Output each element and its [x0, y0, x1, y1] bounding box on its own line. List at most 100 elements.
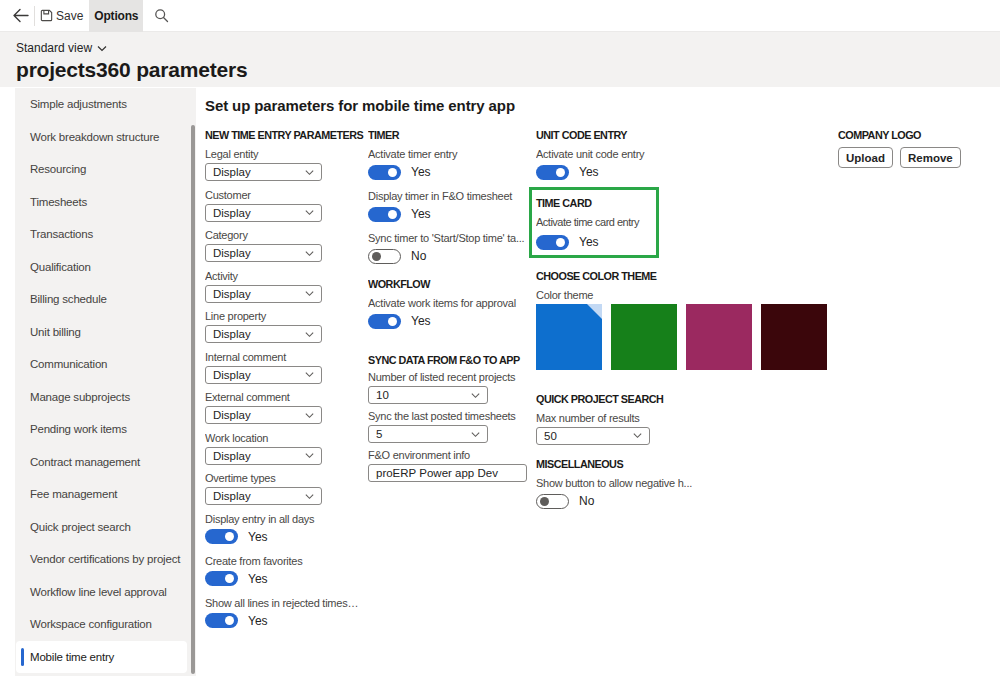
select-work-location[interactable]: Display [205, 447, 322, 465]
select-number-of-listed-recent-projects[interactable]: 10 [368, 386, 488, 404]
sidebar-item-manage-subprojects[interactable]: Manage subprojects [16, 381, 187, 414]
field-activate-work-items-for-approval: Activate work items for approval Yes [368, 296, 534, 329]
select-max-number-of-results[interactable]: 50 [536, 427, 650, 445]
select-activity[interactable]: Display [205, 285, 322, 303]
sidebar-item-vendor-certifications-by-project[interactable]: Vendor certifications by project [16, 543, 187, 576]
field-legal-entity: Legal entityDisplay [205, 147, 365, 181]
sidebar-scrollbar[interactable] [191, 125, 195, 674]
toggle-display-timer-in-f-o-timesheet[interactable] [368, 207, 401, 222]
sidebar-item-work-breakdown-structure[interactable]: Work breakdown structure [16, 121, 187, 154]
field-sync-timer-to-start-stop-time-ta: Sync timer to 'Start/Stop time' ta...No [368, 231, 534, 264]
search-icon [154, 8, 169, 23]
toggle-show-all-lines-in-rejected-timeshe[interactable] [205, 613, 238, 628]
save-button[interactable]: Save [36, 0, 86, 32]
field-label: Number of listed recent projects [368, 370, 528, 384]
chevron-down-icon [304, 369, 315, 380]
sidebar-item-contract-management[interactable]: Contract management [16, 446, 187, 479]
select-internal-comment[interactable]: Display [205, 366, 322, 384]
chevron-down-icon [304, 450, 315, 461]
field-value: Display [213, 490, 251, 502]
sidebar-item-workspace-configuration[interactable]: Workspace configuration [16, 608, 187, 641]
field-label: Category [205, 228, 363, 242]
toggle-show-button-to-allow-negative-h[interactable] [536, 494, 569, 509]
sidebar-item-label: Timesheets [30, 196, 87, 208]
sidebar: Simple adjustmentsWork breakdown structu… [15, 88, 196, 676]
sidebar-item-qualification[interactable]: Qualification [16, 251, 187, 284]
toggle-state: Yes [248, 572, 268, 586]
select-customer[interactable]: Display [205, 204, 322, 222]
toggle-activate-time-card-entry[interactable] [536, 235, 569, 250]
color-swatch-1[interactable] [536, 304, 602, 370]
toggle-activate-unit-code-entry[interactable] [536, 165, 569, 180]
toggle-activate-timer-entry[interactable] [368, 165, 401, 180]
view-selector[interactable]: Standard view [16, 41, 107, 55]
group-workflow: WORKFLOWActivate work items for approval… [368, 277, 534, 338]
select-legal-entity[interactable]: Display [205, 163, 322, 181]
toggle-state: No [411, 249, 426, 263]
search-button[interactable] [154, 8, 169, 23]
field-label: Activate work items for approval [368, 296, 528, 310]
col-company-logo: COMPANY LOGOUploadRemove [838, 128, 998, 168]
field-value: proERP Power app Dev [376, 467, 498, 479]
col-new-time-entry: NEW TIME ENTRY PARAMETERSLegal entityDis… [205, 128, 365, 638]
toggle-display-entry-in-all-days[interactable] [205, 529, 238, 544]
group-choose-color-theme: CHOOSE COLOR THEMEColor theme [536, 269, 836, 377]
field-work-location: Work locationDisplay [205, 431, 365, 465]
sidebar-item-unit-billing[interactable]: Unit billing [16, 316, 187, 349]
field-f-o-environment-info: F&O environment infoproERP Power app Dev [368, 448, 534, 482]
field-label: External comment [205, 390, 363, 404]
toggle-state: Yes [411, 314, 431, 328]
sidebar-item-billing-schedule[interactable]: Billing schedule [16, 283, 187, 316]
group-sync-data-from-f-o-to-app: SYNC DATA FROM F&O TO APPNumber of liste… [368, 353, 534, 487]
sidebar-item-timesheets[interactable]: Timesheets [16, 186, 187, 219]
field-sync-the-last-posted-timesheets: Sync the last posted timesheets5 [368, 409, 534, 443]
chevron-down-icon [632, 430, 643, 441]
options-tab[interactable]: Options [89, 0, 143, 32]
select-overtime-types[interactable]: Display [205, 487, 322, 505]
toggle-sync-timer-to-start-stop-time-ta[interactable] [368, 249, 401, 264]
chevron-down-icon [304, 329, 315, 340]
color-swatch-2[interactable] [611, 304, 677, 370]
toggle-state: Yes [411, 207, 431, 221]
field-color-theme: Color theme [536, 288, 836, 370]
sidebar-item-workflow-line-level-approval[interactable]: Workflow line level approval [16, 576, 187, 609]
toggle-state: Yes [248, 614, 268, 628]
sidebar-item-label: Vendor certifications by project [30, 553, 180, 565]
remove-button[interactable]: Remove [900, 147, 961, 168]
toggle-activate-work-items-for-approval[interactable] [368, 314, 401, 329]
sidebar-item-label: Workflow line level approval [30, 586, 167, 598]
sidebar-item-label: Qualification [30, 261, 91, 273]
chevron-down-icon [97, 45, 107, 52]
select-line-property[interactable]: Display [205, 325, 322, 343]
select-category[interactable]: Display [205, 244, 322, 262]
toggle-create-from-favorites[interactable] [205, 571, 238, 586]
field-external-comment: External comment Display [205, 390, 365, 424]
sidebar-item-fee-management[interactable]: Fee management [16, 478, 187, 511]
field-value: 50 [544, 430, 557, 442]
field-label: Activate timer entry [368, 147, 528, 161]
sidebar-item-transactions[interactable]: Transactions [16, 218, 187, 251]
field-label: Line property [205, 309, 363, 323]
chevron-down-icon [304, 207, 315, 218]
sidebar-item-simple-adjustments[interactable]: Simple adjustments [16, 88, 187, 121]
sidebar-item-pending-work-items[interactable]: Pending work items [16, 413, 187, 446]
sidebar-item-mobile-time-entry[interactable]: Mobile time entry [16, 641, 187, 674]
field-overtime-types: Overtime typesDisplay [205, 471, 365, 505]
group-time-card: TIME CARDActivate time card entryYes [529, 187, 659, 258]
color-swatch-4[interactable] [761, 304, 827, 370]
field-value: 5 [376, 428, 382, 440]
section-heading: Set up parameters for mobile time entry … [205, 97, 1000, 114]
input-f-o-environment-info[interactable]: proERP Power app Dev [368, 464, 527, 482]
sidebar-item-communication[interactable]: Communication [16, 348, 187, 381]
sidebar-item-label: Fee management [30, 488, 117, 500]
color-swatch-3[interactable] [686, 304, 752, 370]
select-external-comment[interactable]: Display [205, 406, 322, 424]
sidebar-item-resourcing[interactable]: Resourcing [16, 153, 187, 186]
chevron-down-icon [304, 167, 315, 178]
select-sync-the-last-posted-timesheets[interactable]: 5 [368, 425, 488, 443]
upload-button[interactable]: Upload [838, 147, 893, 168]
back-button[interactable] [12, 8, 29, 23]
field-value: Display [213, 247, 251, 259]
field-label: Activate time card entry [536, 215, 653, 229]
sidebar-item-quick-project-search[interactable]: Quick project search [16, 511, 187, 544]
